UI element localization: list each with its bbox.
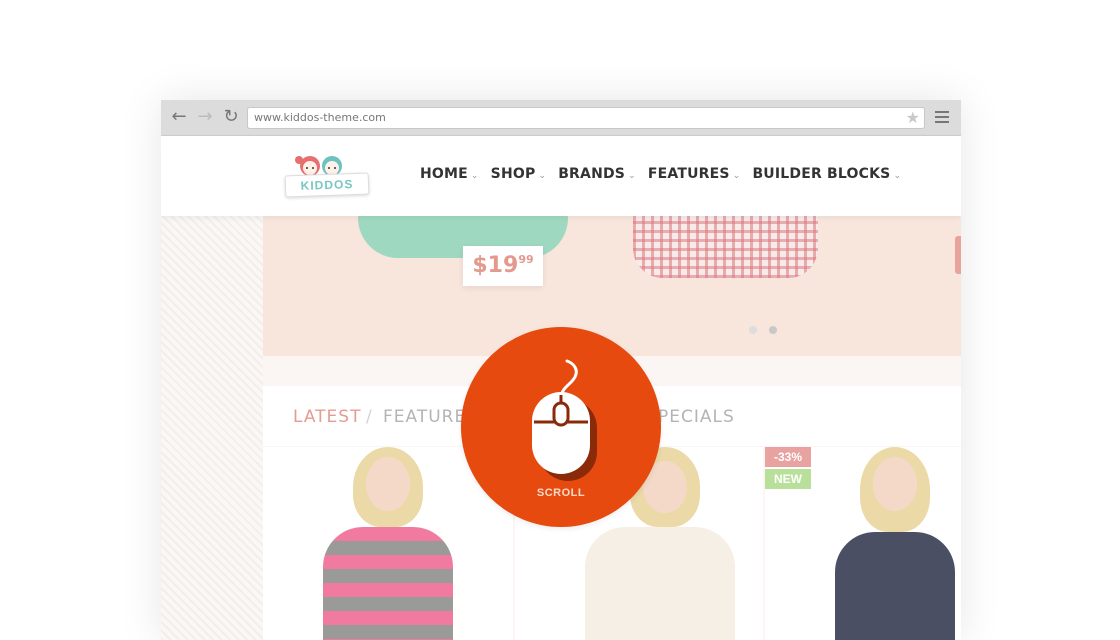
price-main: $19 <box>472 253 519 278</box>
chevron-down-icon: ⌄ <box>628 171 636 181</box>
cream-sweater-image <box>585 527 735 640</box>
nav-features[interactable]: FEATURES ⌄ <box>648 166 741 182</box>
slider-dot-1[interactable] <box>749 326 757 334</box>
main-nav: HOME ⌄ SHOP ⌄ BRANDS ⌄ FEATURES ⌄ BUILDER BL… <box>420 166 913 182</box>
back-arrow-icon[interactable]: ← <box>169 107 189 127</box>
scroll-label: SCROLL <box>536 487 586 499</box>
product-card[interactable]: -33% NEW <box>765 447 961 640</box>
address-bar[interactable]: www.kiddos-theme.com ★ <box>247 107 925 129</box>
price-cents: 99 <box>518 253 534 266</box>
model-face <box>366 457 410 511</box>
chevron-down-icon: ⌄ <box>470 171 479 181</box>
new-badge: NEW <box>765 469 811 489</box>
nav-builder-blocks[interactable]: BUILDER BLOCKS ⌄ <box>752 166 901 182</box>
scroll-indicator[interactable]: SCROLL <box>461 327 661 527</box>
slider-next-arrow[interactable] <box>955 236 961 274</box>
background-pattern <box>161 216 263 640</box>
slider-dot-2[interactable] <box>769 326 777 334</box>
forward-arrow-icon[interactable]: → <box>195 107 215 127</box>
reload-icon[interactable]: ↻ <box>221 107 241 127</box>
tab-latest[interactable]: LATEST <box>293 407 361 427</box>
model-face <box>873 457 917 511</box>
striped-sweater-image <box>323 527 453 640</box>
chevron-down-icon: ⌄ <box>893 171 902 181</box>
discount-badge: -33% <box>765 447 811 467</box>
logo-text: KIDDOS <box>284 172 370 198</box>
navy-blouse-image <box>835 532 955 640</box>
browser-toolbar: ← → ↻ www.kiddos-theme.com ★ <box>161 100 961 136</box>
tab-specials[interactable]: PECIALS <box>658 407 735 427</box>
chevron-down-icon: ⌄ <box>538 171 547 181</box>
logo[interactable]: KIDDOS <box>281 146 371 202</box>
star-icon[interactable]: ★ <box>906 108 920 127</box>
tab-featured[interactable]: FEATURE <box>383 407 466 427</box>
chevron-down-icon: ⌄ <box>732 171 741 181</box>
nav-home[interactable]: HOME ⌄ <box>420 166 479 182</box>
plaid-shirt-image <box>633 208 818 278</box>
tab-separator: / <box>366 407 373 427</box>
nav-brands[interactable]: BRANDS ⌄ <box>558 166 636 182</box>
nav-shop[interactable]: SHOP ⌄ <box>491 166 547 182</box>
site-header: KIDDOS HOME ⌄ SHOP ⌄ BRANDS ⌄ FEATURES ⌄ BUI… <box>161 136 961 216</box>
menu-icon[interactable] <box>935 111 949 126</box>
url-text: www.kiddos-theme.com <box>254 111 386 124</box>
price-tag: $1999 <box>463 246 543 286</box>
